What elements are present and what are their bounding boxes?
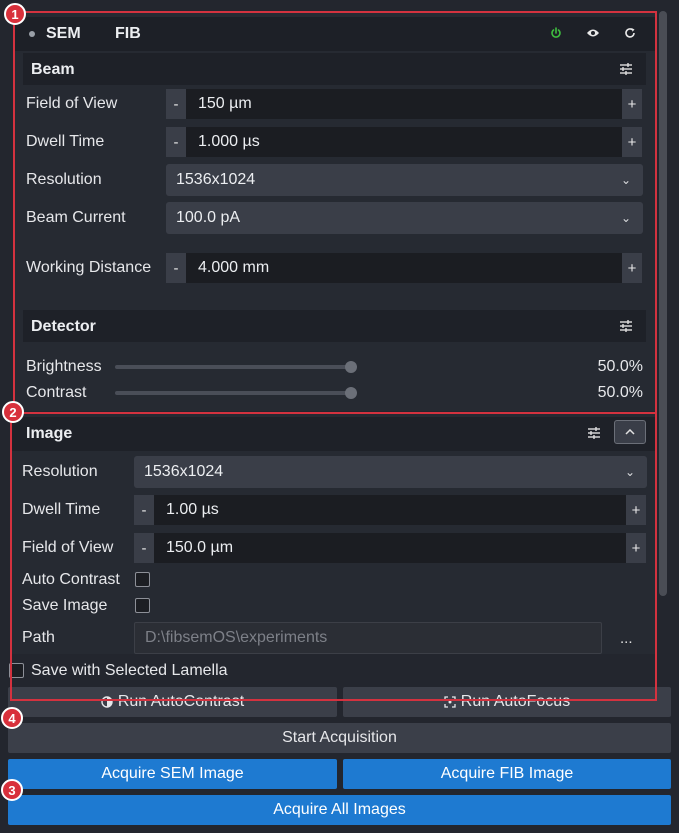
acquire-fib-label: Acquire FIB Image <box>440 765 574 782</box>
start-acquisition-label: Start Acquisition <box>282 729 397 746</box>
scrollbar[interactable] <box>659 11 667 596</box>
acquire-sem-button[interactable]: Acquire SEM Image <box>8 759 337 789</box>
acquire-fib-button[interactable]: Acquire FIB Image <box>343 759 671 789</box>
acquire-sem-label: Acquire SEM Image <box>101 765 244 782</box>
annotation-box-1 <box>13 11 657 414</box>
acquire-all-button[interactable]: Acquire All Images <box>8 795 671 825</box>
start-acquisition-button[interactable]: Start Acquisition <box>8 723 671 753</box>
annotation-marker-1: 1 <box>4 3 26 25</box>
annotation-marker-2: 2 <box>2 401 24 423</box>
acquire-all-label: Acquire All Images <box>273 801 406 818</box>
annotation-box-2 <box>10 412 657 701</box>
annotation-marker-4: 4 <box>1 707 23 729</box>
annotation-marker-3: 3 <box>1 779 23 801</box>
